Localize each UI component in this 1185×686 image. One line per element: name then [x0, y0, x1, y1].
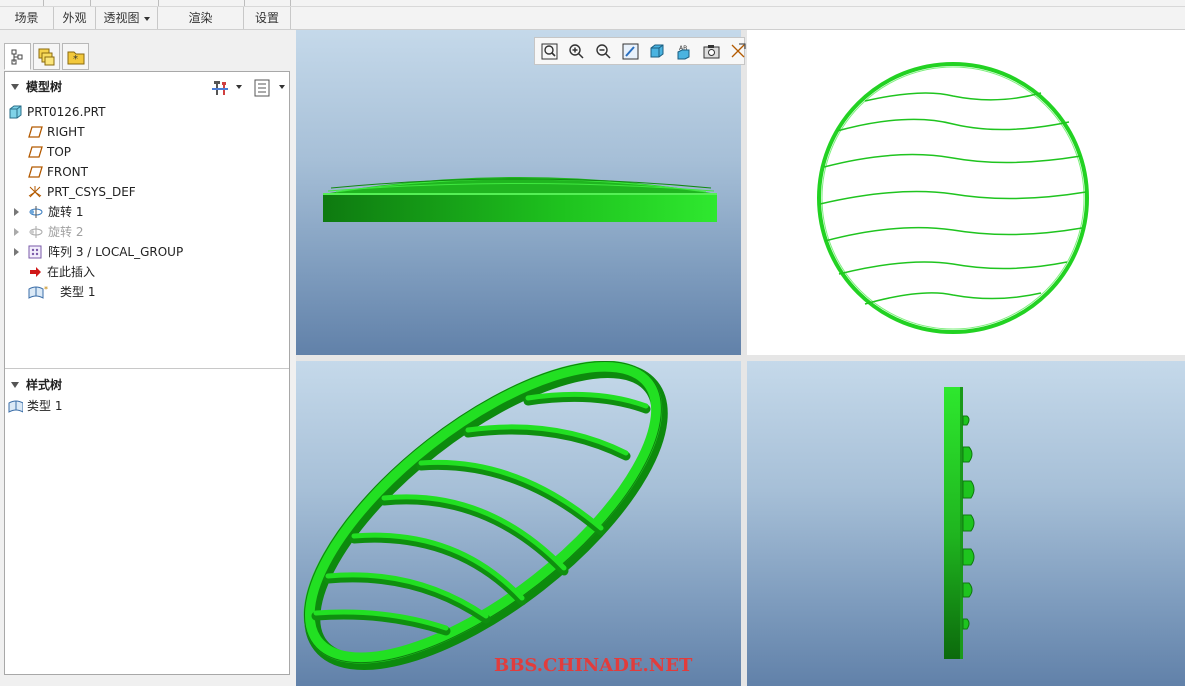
navigator-panel: * 模型树 PRT0126.PRT RIGHT TOP FRONT PRT_CS… — [0, 30, 295, 686]
ribbon-group-label: 渲染 — [188, 11, 213, 25]
viewport-front[interactable] — [296, 30, 741, 355]
part-icon — [9, 105, 22, 119]
ribbon-group-label: 外观 — [62, 11, 87, 25]
collapse-triangle-icon[interactable] — [11, 84, 19, 90]
settings-list-icon[interactable] — [254, 79, 270, 97]
tree-item-label: 旋转 2 — [48, 225, 84, 239]
ribbon-separator — [158, 0, 159, 6]
ribbon-group-render[interactable]: 渲染 — [158, 7, 244, 29]
viewport-isometric[interactable] — [296, 361, 741, 686]
settings-dropdown-icon[interactable] — [279, 85, 285, 89]
folder-star-icon: * — [67, 51, 85, 65]
ribbon-separator — [244, 0, 245, 6]
expand-triangle-icon[interactable] — [14, 208, 19, 216]
style-tree-title: 样式树 — [26, 378, 63, 392]
repaint-icon — [622, 43, 639, 60]
zoom-out-button[interactable] — [592, 40, 615, 62]
tab-layers[interactable] — [33, 43, 60, 70]
viewport-right[interactable] — [747, 361, 1185, 686]
datum-display-icon — [731, 43, 746, 58]
ribbon-group-label: 场景 — [14, 11, 39, 25]
ribbon-group-appearance[interactable]: 外观 — [54, 7, 96, 29]
ribbon-separator — [290, 0, 291, 6]
tree-item-label: RIGHT — [47, 125, 85, 139]
zoom-in-icon — [569, 44, 584, 59]
saved-views-button[interactable]: AB — [673, 40, 696, 62]
insert-arrow-icon — [30, 267, 41, 277]
zoom-out-icon — [596, 44, 611, 59]
zoom-in-button[interactable] — [565, 40, 588, 62]
tree-item-label: 阵列 3 / LOCAL_GROUP — [48, 245, 184, 259]
tree-item-label: 旋转 1 — [48, 205, 84, 219]
style-tree-header[interactable]: 样式树 — [5, 373, 289, 397]
svg-text:*: * — [44, 285, 48, 294]
ribbon-group-bar: 场景 外观 透视图 渲染 设置 — [0, 0, 1185, 30]
tree-item-label: PRT_CSYS_DEF — [47, 185, 136, 199]
tree-divider[interactable] — [5, 368, 289, 369]
model-front-view — [323, 177, 717, 222]
repaint-button[interactable] — [619, 40, 642, 62]
display-style-icon — [650, 44, 664, 58]
tools-icon[interactable] — [211, 79, 229, 97]
datum-plane-icon — [28, 146, 43, 158]
svg-text:*: * — [73, 54, 78, 65]
model-isometric-view — [303, 361, 668, 670]
revolve-icon — [29, 226, 43, 238]
watermark-text: BBS.CHINADE.NET — [494, 655, 693, 676]
model-top-view — [817, 62, 1089, 334]
ribbon-separator — [43, 0, 44, 6]
refit-icon — [541, 43, 558, 60]
tree-item-label: FRONT — [47, 165, 88, 179]
csys-icon — [28, 186, 42, 198]
ribbon-group-scene[interactable]: 场景 — [0, 7, 54, 29]
view-manager-button[interactable] — [700, 40, 723, 62]
view-toolbar: AB — [534, 37, 746, 65]
tab-folder-browser[interactable]: * — [62, 43, 89, 70]
camera-icon — [703, 45, 720, 59]
ribbon-group-label: 设置 — [254, 11, 279, 25]
display-style-button[interactable] — [646, 40, 669, 62]
viewport-top[interactable] — [747, 30, 1185, 355]
model-tree-header[interactable]: 模型树 — [5, 75, 289, 99]
tree-item-label: 在此插入 — [47, 265, 96, 279]
pattern-icon — [28, 245, 42, 259]
dropdown-caret-icon[interactable] — [143, 16, 150, 21]
ribbon-separator — [90, 0, 91, 6]
tab-model-tree[interactable] — [4, 43, 31, 70]
tree-item-label: TOP — [47, 145, 72, 159]
ribbon-group-perspective[interactable]: 透视图 — [96, 7, 158, 29]
refit-button[interactable] — [538, 40, 561, 62]
datum-plane-icon — [28, 126, 43, 138]
ribbon-commands-edge — [0, 0, 1185, 7]
revolve-icon — [29, 206, 43, 218]
model-right-view — [944, 387, 975, 659]
tree-item-label: 类型 1 — [60, 285, 96, 299]
tree-item-label: PRT0126.PRT — [27, 105, 106, 119]
style-icon — [8, 400, 23, 413]
ribbon-group-label: 透视图 — [103, 11, 140, 25]
saved-orientations-icon: AB — [677, 45, 690, 60]
layers-icon — [38, 48, 55, 66]
style-icon: * — [28, 285, 48, 299]
tree-item-label: 类型 1 — [27, 399, 63, 413]
datum-plane-icon — [28, 166, 43, 178]
tools-dropdown-icon[interactable] — [236, 85, 242, 89]
expand-triangle-icon[interactable] — [14, 228, 19, 236]
ribbon-group-settings[interactable]: 设置 — [244, 7, 291, 29]
model-tree-title: 模型树 — [26, 80, 63, 94]
collapse-triangle-icon[interactable] — [11, 382, 19, 388]
model-tree-icon — [11, 49, 23, 65]
expand-triangle-icon[interactable] — [14, 248, 19, 256]
tree-container: 模型树 PRT0126.PRT RIGHT TOP FRONT PRT_CSYS… — [4, 71, 290, 675]
